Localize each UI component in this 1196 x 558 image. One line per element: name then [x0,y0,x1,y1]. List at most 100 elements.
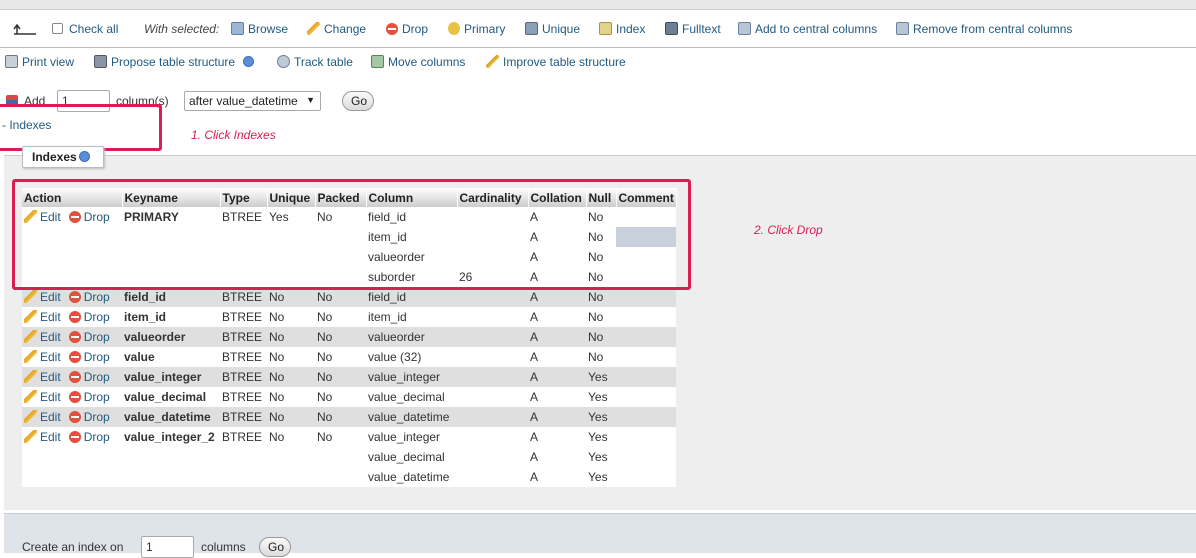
improve-structure-link[interactable]: Improve table structure [486,55,626,69]
index-cardinality [457,347,528,367]
index-label[interactable]: Index [616,22,645,36]
drop-index-link[interactable]: Drop [61,330,110,344]
create-index-unit: columns [201,540,246,554]
primary-button[interactable]: Primary [448,22,505,36]
check-all-label[interactable]: Check all [69,22,118,36]
edit-label[interactable]: Edit [40,350,61,364]
print-view-link[interactable]: Print view [5,55,74,69]
drop-label[interactable]: Drop [84,390,110,404]
unique-label[interactable]: Unique [542,22,580,36]
remove-central-columns-button[interactable]: Remove from central columns [896,22,1072,36]
index-packed: No [315,407,366,427]
index-collation: A [528,447,586,467]
index-cardinality [457,327,528,347]
index-column: value_decimal [366,387,457,407]
drop-label[interactable]: Drop [402,22,428,36]
drop-index-link[interactable]: Drop [61,430,110,444]
pencil-icon [24,310,37,323]
drop-label[interactable]: Drop [84,330,110,344]
track-table-label[interactable]: Track table [294,55,353,69]
track-table-link[interactable]: Track table [277,55,353,69]
edit-label[interactable]: Edit [40,330,61,344]
drop-label[interactable]: Drop [84,310,110,324]
drop-index-link[interactable]: Drop [61,390,110,404]
edit-label[interactable]: Edit [40,390,61,404]
index-cardinality [457,367,528,387]
propose-structure-label[interactable]: Propose table structure [111,55,235,69]
drop-index-link[interactable]: Drop [61,410,110,424]
fulltext-button[interactable]: Fulltext [665,22,721,36]
propose-structure-link[interactable]: Propose table structure [94,55,255,69]
drop-index-link[interactable]: Drop [61,370,110,384]
edit-label[interactable]: Edit [40,290,61,304]
index-null: Yes [586,387,616,407]
highlight-indexes-box [0,104,162,151]
help-icon[interactable] [243,56,255,67]
drop-index-link[interactable]: Drop [61,290,110,304]
drop-label[interactable]: Drop [84,410,110,424]
edit-label[interactable]: Edit [40,430,61,444]
index-button[interactable]: Index [599,22,645,36]
column-position-select[interactable]: after value_datetime ▼ [184,91,321,111]
drop-label[interactable]: Drop [84,350,110,364]
index-packed: No [315,427,366,447]
primary-label[interactable]: Primary [464,22,505,36]
index-cardinality [457,447,528,467]
index-packed [315,467,366,487]
drop-button[interactable]: Drop [386,22,428,36]
index-null: No [586,347,616,367]
move-columns-link[interactable]: Move columns [371,55,465,69]
drop-label[interactable]: Drop [84,290,110,304]
index-unique: No [267,287,315,307]
index-action-cell: Edit Drop [22,387,122,407]
edit-label[interactable]: Edit [40,410,61,424]
edit-index-link[interactable]: Edit [24,310,61,324]
index-cardinality [457,467,528,487]
edit-index-link[interactable]: Edit [24,390,61,404]
drop-icon [68,431,81,443]
drop-index-link[interactable]: Drop [61,310,110,324]
create-index-go-button[interactable]: Go [259,537,291,557]
edit-index-link[interactable]: Edit [24,290,61,304]
add-columns-go-button[interactable]: Go [342,91,374,111]
index-type: BTREE [220,407,267,427]
improve-structure-label[interactable]: Improve table structure [503,55,626,69]
index-action-cell: Edit Drop [22,287,122,307]
drop-index-link[interactable]: Drop [61,350,110,364]
edit-index-link[interactable]: Edit [24,370,61,384]
index-comment [616,387,677,407]
remove-central-columns-label[interactable]: Remove from central columns [913,22,1072,36]
edit-label[interactable]: Edit [40,310,61,324]
change-button[interactable]: Change [307,22,366,36]
move-columns-label[interactable]: Move columns [388,55,465,69]
index-collation: A [528,327,586,347]
indexes-legend: Indexes [22,146,104,168]
print-view-label[interactable]: Print view [22,55,74,69]
drop-icon [68,291,81,303]
edit-index-link[interactable]: Edit [24,330,61,344]
index-row: Edit Drop field_id BTREE No No field_id A No [22,287,677,307]
edit-index-link[interactable]: Edit [24,410,61,424]
browse-label[interactable]: Browse [248,22,288,36]
check-all[interactable]: Check all [52,22,118,36]
help-icon[interactable] [78,151,90,162]
drop-label[interactable]: Drop [84,370,110,384]
index-cardinality [457,307,528,327]
browse-button[interactable]: Browse [231,22,288,36]
edit-label[interactable]: Edit [40,370,61,384]
add-central-columns-label[interactable]: Add to central columns [755,22,877,36]
check-all-checkbox[interactable] [52,23,63,34]
fulltext-label[interactable]: Fulltext [682,22,721,36]
index-column: item_id [366,307,457,327]
change-label[interactable]: Change [324,22,366,36]
create-index-count-input[interactable]: 1 [141,536,194,558]
index-collation: A [528,367,586,387]
edit-index-link[interactable]: Edit [24,430,61,444]
unique-button[interactable]: Unique [525,22,580,36]
drop-icon [68,371,81,383]
add-central-columns-button[interactable]: Add to central columns [738,22,877,36]
drop-label[interactable]: Drop [84,430,110,444]
index-row: Edit Drop value BTREE No No value (32) A No [22,347,677,367]
edit-index-link[interactable]: Edit [24,350,61,364]
table-tools-toolbar: Print view Propose table structure Track… [0,48,1196,78]
